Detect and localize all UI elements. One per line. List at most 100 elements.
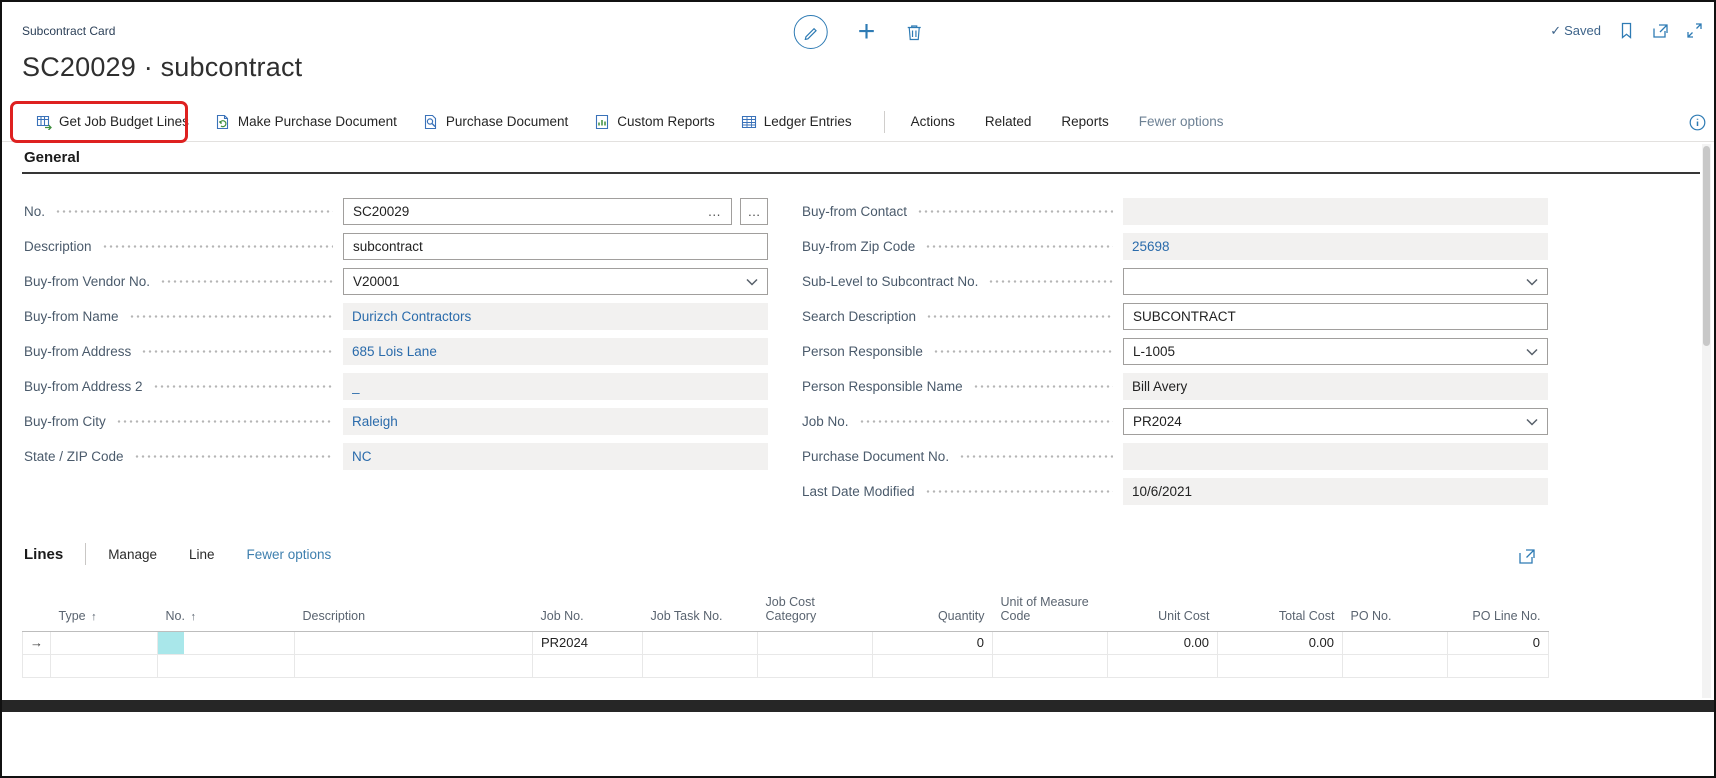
column-header-no[interactable]: No. ↑ [158,591,295,631]
top-center-actions: + [794,15,923,49]
menu-related[interactable]: Related [985,114,1032,129]
action-custom-reports[interactable]: Custom Reports [594,114,715,130]
column-header-po-line-no[interactable]: PO Line No. [1448,591,1549,631]
buy-from-vendor-no-select[interactable]: V20001 [343,268,768,295]
person-responsible-select[interactable]: L-1005 [1123,338,1548,365]
cell-unit-of-measure-code[interactable] [993,631,1108,654]
column-header-type[interactable]: Type ↑ [51,591,158,631]
focus-mode-button[interactable] [1687,23,1702,38]
field-value: 10/6/2021 [1132,484,1539,499]
field-purchase-document-no: Purchase Document No. [802,443,1548,470]
cell-description[interactable] [295,631,533,654]
cell-po-no[interactable] [1343,631,1448,654]
last-date-modified-field: 10/6/2021 [1123,478,1548,505]
field-value: PR2024 [1133,414,1520,429]
cell-job-cost-category[interactable] [758,654,873,677]
column-header-quantity[interactable]: Quantity [873,591,993,631]
field-value: SUBCONTRACT [1133,309,1538,324]
dotted-leader [102,245,333,248]
cell-unit-cost[interactable] [1108,654,1218,677]
cell-quantity[interactable]: 0 [873,631,993,654]
dotted-leader [859,420,1113,423]
cell-job-task-no[interactable] [643,631,758,654]
menu-reports[interactable]: Reports [1061,114,1108,129]
chevron-down-icon [746,278,758,286]
column-header-job-no[interactable]: Job No. [533,591,643,631]
menu-actions[interactable]: Actions [911,114,955,129]
cell-type[interactable] [51,654,158,677]
sort-asc-icon: ↑ [190,611,196,623]
scrollbar-thumb[interactable] [1703,146,1710,346]
field-value-link[interactable]: NC [352,449,759,464]
cell-description[interactable] [295,654,533,677]
no-input[interactable]: SC20029 … [343,198,732,225]
cell-po-line-no[interactable] [1448,654,1549,677]
field-value: Bill Avery [1132,379,1539,394]
field-value-link[interactable]: 685 Lois Lane [352,344,759,359]
cell-no[interactable] [158,654,295,677]
cell-unit-cost[interactable]: 0.00 [1108,631,1218,654]
row-selector-cell[interactable]: → [23,631,51,654]
job-no-select[interactable]: PR2024 [1123,408,1548,435]
bookmark-button[interactable] [1619,22,1634,39]
action-label: Make Purchase Document [238,114,397,129]
lines-tab-line[interactable]: Line [189,547,215,562]
column-header-unit-cost[interactable]: Unit Cost [1108,591,1218,631]
open-in-new-window-button[interactable] [1652,23,1669,39]
sub-level-to-subcontract-no-select[interactable] [1123,268,1548,295]
column-header-job-task-no[interactable]: Job Task No. [643,591,758,631]
info-button[interactable] [1689,114,1706,136]
open-lines-in-excel-button[interactable] [1518,548,1536,570]
cell-total-cost[interactable]: 0.00 [1218,631,1343,654]
field-label: Last Date Modified [802,484,915,499]
cell-unit-of-measure-code[interactable] [993,654,1108,677]
state-zip-code-field: NC [343,443,768,470]
cell-job-no[interactable]: PR2024 [533,631,643,654]
cell-po-line-no[interactable]: 0 [1448,631,1549,654]
cell-quantity[interactable] [873,654,993,677]
general-section-heading[interactable]: General [24,149,80,166]
general-section-rule [22,172,1700,174]
field-buy-from-zip-code: Buy-from Zip Code 25698 [802,233,1548,260]
cell-job-cost-category[interactable] [758,631,873,654]
cell-total-cost[interactable] [1218,654,1343,677]
row-selector-cell[interactable] [23,654,51,677]
lines-grid: Type ↑ No. ↑ Description Job No. Job Tas… [22,591,1549,678]
assist-edit-button[interactable]: … [740,198,768,225]
inline-lookup-icon[interactable]: … [708,204,723,219]
action-make-purchase-document[interactable]: Make Purchase Document [215,114,397,130]
cell-job-no[interactable] [533,654,643,677]
cell-job-task-no[interactable] [643,654,758,677]
popout-icon [1518,548,1536,565]
field-value-link[interactable]: 25698 [1132,239,1539,254]
dotted-leader [925,490,1113,493]
action-label: Custom Reports [617,114,715,129]
action-get-job-budget-lines[interactable]: Get Job Budget Lines [36,114,189,130]
menu-fewer-options[interactable]: Fewer options [1139,114,1224,129]
lines-heading[interactable]: Lines [24,546,63,563]
edit-button[interactable] [794,15,828,49]
field-value-link[interactable]: Durizch Contractors [352,309,759,324]
column-header-po-no[interactable]: PO No. [1343,591,1448,631]
action-purchase-document[interactable]: Purchase Document [423,114,568,130]
column-header-job-cost-category[interactable]: Job Cost Category [758,591,873,631]
field-value-link[interactable]: _ [352,379,759,394]
description-input[interactable]: subcontract [343,233,768,260]
cell-po-no[interactable] [1343,654,1448,677]
field-value-link[interactable]: Raleigh [352,414,759,429]
field-label: Purchase Document No. [802,449,949,464]
buy-from-zip-code-field: 25698 [1123,233,1548,260]
cell-no[interactable] [158,631,295,654]
dotted-leader [55,210,333,213]
delete-button[interactable] [905,23,922,41]
action-ledger-entries[interactable]: Ledger Entries [741,114,852,130]
column-header-description[interactable]: Description [295,591,533,631]
lines-tab-manage[interactable]: Manage [108,547,157,562]
vertical-scrollbar[interactable] [1702,144,1711,698]
column-header-unit-of-measure-code[interactable]: Unit of Measure Code [993,591,1108,631]
lines-tab-fewer-options[interactable]: Fewer options [247,547,332,562]
cell-type[interactable] [51,631,158,654]
new-button[interactable]: + [858,17,876,47]
search-description-input[interactable]: SUBCONTRACT [1123,303,1548,330]
column-header-total-cost[interactable]: Total Cost [1218,591,1343,631]
